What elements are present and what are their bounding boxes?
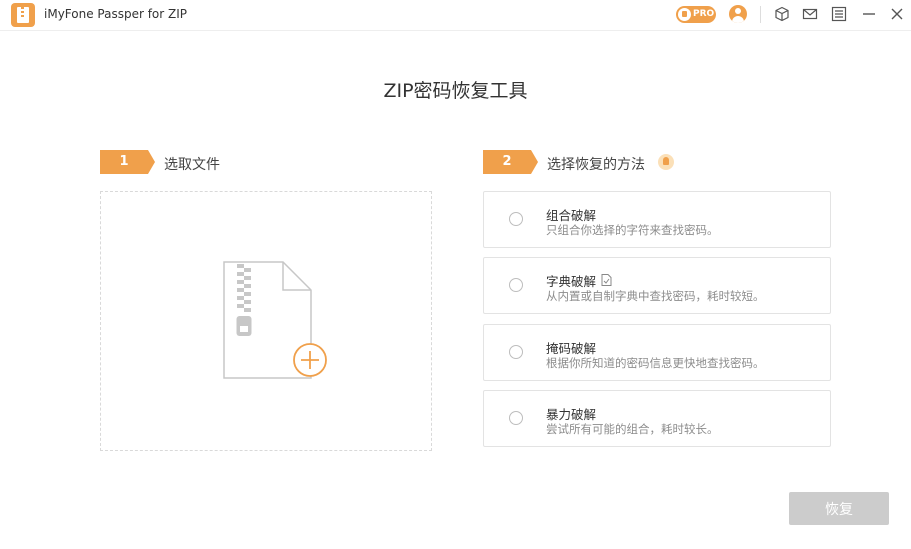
option-radio[interactable] [509, 278, 523, 292]
app-title: iMyFone Passper for ZIP [44, 7, 188, 21]
pro-lock-icon [678, 8, 691, 21]
titlebar-divider [760, 6, 761, 23]
dictionary-file-icon[interactable] [601, 271, 612, 286]
recover-button[interactable]: 恢复 [789, 492, 889, 525]
option-combination-attack[interactable]: 组合破解 只组合你选择的字符来查找密码。 [483, 191, 831, 248]
option-radio[interactable] [509, 345, 523, 359]
lightbulb-hint-icon[interactable] [658, 154, 674, 170]
menu-icon[interactable] [831, 6, 847, 22]
option-description: 只组合你选择的字符来查找密码。 [546, 223, 719, 237]
page-title: ZIP密码恢复工具 [383, 80, 528, 102]
option-radio[interactable] [509, 411, 523, 425]
option-dictionary-attack[interactable]: 字典破解 从内置或自制字典中查找密码，耗时较短。 [483, 257, 831, 314]
step-1-label: 选取文件 [164, 157, 220, 173]
user-account-icon[interactable] [729, 5, 747, 23]
option-brute-force-attack[interactable]: 暴力破解 尝试所有可能的组合，耗时较长。 [483, 390, 831, 447]
option-radio[interactable] [509, 212, 523, 226]
step-2-label: 选择恢复的方法 [547, 157, 645, 173]
option-description: 尝试所有可能的组合，耗时较长。 [546, 422, 719, 436]
file-drop-zone[interactable] [100, 191, 432, 451]
mail-icon[interactable] [802, 6, 818, 22]
cube-icon[interactable] [774, 6, 790, 22]
step-2-number: 2 [502, 154, 512, 169]
step-2-badge: 2 [483, 150, 538, 174]
option-mask-attack[interactable]: 掩码破解 根据你所知道的密码信息更快地查找密码。 [483, 324, 831, 381]
step-1-number: 1 [119, 154, 129, 169]
option-description: 根据你所知道的密码信息更快地查找密码。 [546, 356, 765, 370]
title-bar: iMyFone Passper for ZIP PRO [0, 0, 911, 31]
app-logo-icon [11, 3, 35, 27]
zip-file-add-icon[interactable] [221, 260, 331, 384]
minimize-icon[interactable] [861, 6, 877, 22]
option-description: 从内置或自制字典中查找密码，耗时较短。 [546, 289, 765, 303]
step-1-badge: 1 [100, 150, 155, 174]
pro-badge[interactable]: PRO [676, 6, 716, 23]
close-icon[interactable] [889, 6, 905, 22]
pro-label: PRO [693, 9, 715, 19]
